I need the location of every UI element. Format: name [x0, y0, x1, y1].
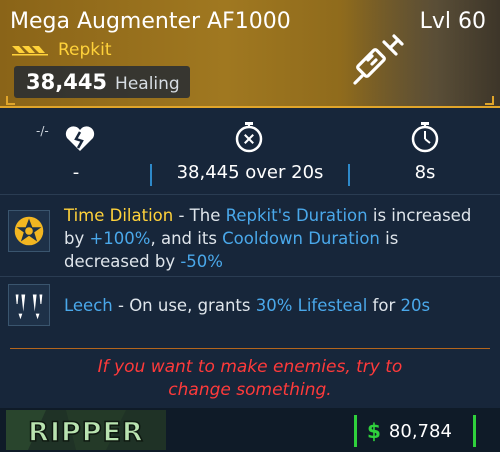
syringe-icon: [353, 34, 404, 85]
corner-ornament: [485, 96, 494, 105]
price-value: 80,784: [388, 420, 452, 442]
flavor-text-line2: change something.: [168, 380, 332, 400]
perk-name: Time Dilation: [64, 206, 174, 225]
primary-stat-value: 38,445: [26, 70, 108, 94]
stopwatch-icon: [411, 122, 439, 153]
item-header: Mega Augmenter AF1000 Lvl 60 Repkit 38,4…: [0, 0, 500, 108]
perk-text-segment: for: [367, 296, 401, 315]
broken-heart-icon: [65, 126, 95, 151]
perk-text-segment: , and its: [150, 229, 223, 248]
stats-row: -/- - 38,445 over 20s 8s: [0, 110, 500, 192]
stat-column-damage: -/- -: [0, 110, 152, 192]
perk-keyword: -50%: [180, 252, 223, 271]
perk-keyword: +100%: [89, 229, 151, 248]
item-footer: RIPPER $ 80,784: [0, 408, 500, 452]
item-type: Repkit: [58, 40, 112, 60]
stopwatch-heal-icon: [235, 122, 263, 153]
perk-description: Time Dilation - The Repkit's Duration is…: [64, 204, 486, 273]
perk-text-segment: - On use, grants: [112, 296, 256, 315]
mod-label: -/-: [36, 124, 49, 138]
stat-value-damage: -: [72, 162, 80, 183]
stat-value-healing: 38,445 over 20s: [176, 162, 324, 183]
section-divider: [0, 276, 500, 277]
item-name: Mega Augmenter AF1000: [10, 9, 291, 34]
perk-keyword: Cooldown Duration: [222, 229, 380, 248]
perk-text-segment: - The: [173, 206, 226, 225]
item-card: Mega Augmenter AF1000 Lvl 60 Repkit 38,4…: [0, 0, 500, 452]
stat-column-healing: 38,445 over 20s: [152, 110, 348, 192]
primary-stat-label: Healing: [115, 74, 180, 94]
primary-stat: 38,445 Healing: [14, 66, 190, 98]
manufacturer-logo: RIPPER: [6, 410, 166, 450]
star-badge-icon: [8, 210, 50, 252]
perk-leech: Leech - On use, grants 30% Lifesteal for…: [0, 282, 500, 334]
flavor-divider: [10, 348, 490, 349]
corner-ornament: [6, 96, 15, 105]
manufacturer-name: RIPPER: [28, 417, 144, 448]
triple-chevron-icon: [12, 46, 48, 56]
flavor-text-line1: If you want to make enemies, try to: [97, 357, 403, 377]
section-divider: [0, 194, 500, 195]
perk-keyword: 20s: [400, 296, 431, 315]
perk-keyword: Leech: [64, 296, 113, 315]
dollar-icon: $: [367, 419, 381, 443]
item-level: Lvl 60: [419, 9, 486, 34]
perk-keyword: Repkit's Duration: [225, 206, 368, 225]
stat-column-cooldown: 8s: [350, 110, 500, 192]
stat-value-cooldown: 8s: [414, 162, 436, 183]
perk-time-dilation: Time Dilation - The Repkit's Duration is…: [0, 202, 500, 278]
price: $ 80,784: [354, 415, 476, 447]
item-type-row: Repkit: [12, 40, 112, 60]
perk-keyword: 30% Lifesteal: [255, 296, 368, 315]
fangs-icon: [8, 284, 50, 326]
perk-description: Leech - On use, grants 30% Lifesteal for…: [64, 294, 486, 317]
